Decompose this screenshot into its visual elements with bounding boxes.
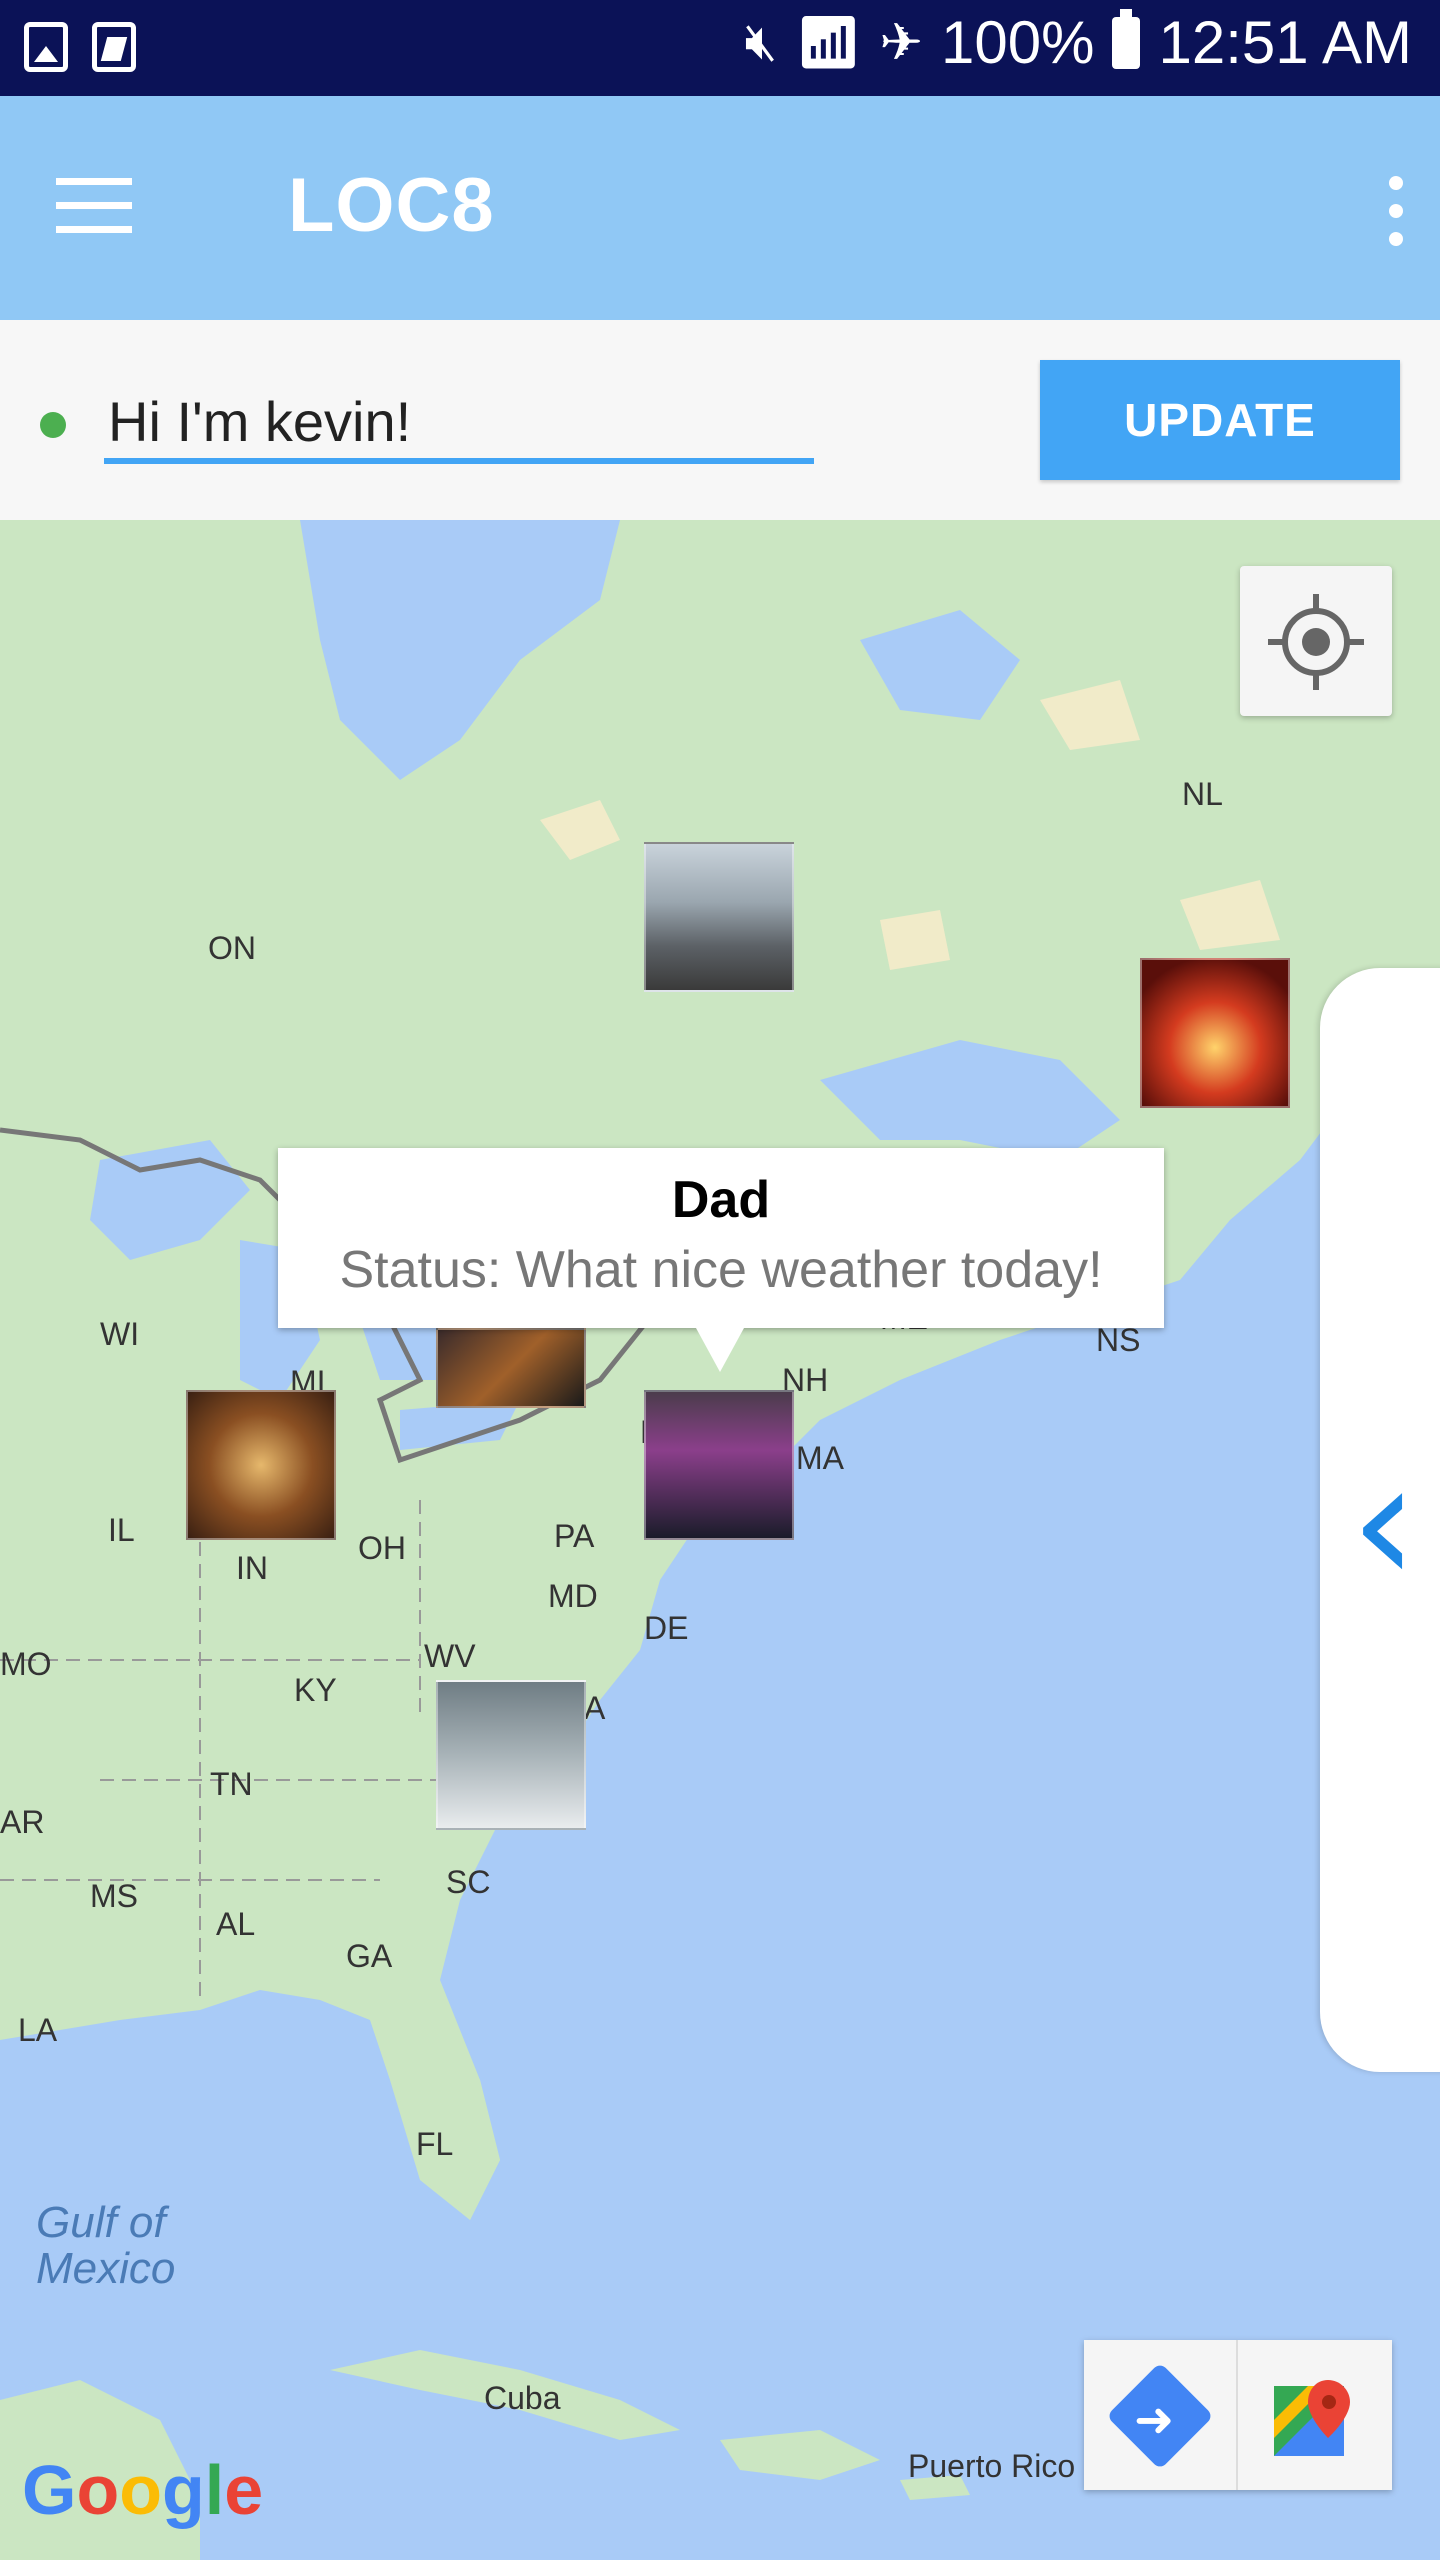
map-view[interactable]: NL ON WI MI IL IN OH PA MD DE WV KY TN M… bbox=[0, 520, 1440, 2560]
map-label: MO bbox=[0, 1646, 52, 1682]
photo-marker-indiana[interactable] bbox=[186, 1390, 336, 1540]
info-window-title: Dad bbox=[671, 1171, 771, 1229]
open-in-maps-button[interactable] bbox=[1238, 2340, 1392, 2490]
map-label: AR bbox=[0, 1804, 45, 1840]
mute-icon: 🔇︎ bbox=[744, 13, 778, 71]
side-drawer-handle[interactable]: ‹ bbox=[1320, 968, 1440, 2072]
battery-percent: 100% bbox=[941, 9, 1095, 76]
map-label: NL bbox=[1182, 776, 1223, 812]
map-label: WV bbox=[424, 1638, 476, 1674]
map-label: LA bbox=[18, 2012, 58, 2048]
map-label: IN bbox=[236, 1550, 268, 1586]
battery-icon bbox=[1112, 8, 1141, 69]
google-maps-icon bbox=[1274, 2380, 1350, 2456]
update-button[interactable]: UPDATE bbox=[1040, 360, 1400, 480]
sim-icon bbox=[92, 22, 136, 72]
photo-marker-virginia[interactable] bbox=[436, 1680, 586, 1830]
online-indicator bbox=[40, 412, 66, 438]
chevron-left-icon: ‹ bbox=[1350, 1424, 1418, 1622]
airplane-icon: ✈ bbox=[879, 13, 924, 72]
map-label: MA bbox=[796, 1440, 844, 1476]
my-location-button[interactable] bbox=[1240, 566, 1392, 716]
map-label: DE bbox=[644, 1610, 689, 1646]
map-label: GA bbox=[346, 1938, 393, 1974]
gallery-icon bbox=[24, 22, 68, 72]
map-label: Cuba bbox=[484, 2380, 561, 2416]
wifi-icon: 📶︎ bbox=[795, 14, 862, 72]
photo-marker-michigan[interactable] bbox=[436, 1328, 586, 1408]
map-label: WI bbox=[100, 1316, 140, 1352]
map-label: IL bbox=[108, 1512, 135, 1548]
photo-marker-nl[interactable] bbox=[1140, 958, 1290, 1108]
info-window-status: Status: What nice weather today! bbox=[339, 1241, 1103, 1299]
map-label: MD bbox=[548, 1578, 598, 1614]
map-label: A bbox=[584, 1690, 606, 1726]
app-title: LOC8 bbox=[288, 163, 495, 248]
map-label: PA bbox=[554, 1518, 595, 1554]
status-input[interactable] bbox=[104, 384, 814, 464]
map-label: ON bbox=[208, 930, 256, 966]
hamburger-icon[interactable] bbox=[56, 178, 132, 234]
status-update-bar: UPDATE bbox=[0, 320, 1440, 520]
directions-button[interactable]: ➜ bbox=[1084, 2340, 1238, 2490]
clock: 12:51 AM bbox=[1158, 9, 1412, 76]
app-bar: LOC8 bbox=[0, 96, 1440, 320]
map-label: OH bbox=[358, 1530, 406, 1566]
map-label: MS bbox=[90, 1878, 138, 1914]
sea-label-line: Gulf of bbox=[36, 2198, 166, 2247]
marker-info-window[interactable]: Dad Status: What nice weather today! bbox=[278, 1148, 1164, 1372]
sea-label: Gulf of Mexico bbox=[36, 2200, 175, 2292]
map-label: AL bbox=[216, 1906, 256, 1942]
map-label: TN bbox=[210, 1766, 253, 1802]
photo-marker-quebec[interactable] bbox=[644, 842, 794, 992]
sea-label-line: Mexico bbox=[36, 2244, 176, 2293]
more-vert-icon[interactable] bbox=[1386, 176, 1406, 246]
map-label: Puerto Rico bbox=[908, 2448, 1076, 2484]
map-label: FL bbox=[416, 2126, 454, 2162]
map-label: SC bbox=[446, 1864, 491, 1900]
photo-marker-dad[interactable] bbox=[644, 1390, 794, 1540]
map-terrain bbox=[0, 520, 1440, 2560]
map-label: KY bbox=[294, 1672, 337, 1708]
status-bar: 🔇︎ 📶︎ ✈ 100% 12:51 AM bbox=[0, 0, 1440, 96]
google-logo: Google bbox=[22, 2451, 264, 2529]
maps-toolbar: ➜ bbox=[1084, 2340, 1392, 2490]
